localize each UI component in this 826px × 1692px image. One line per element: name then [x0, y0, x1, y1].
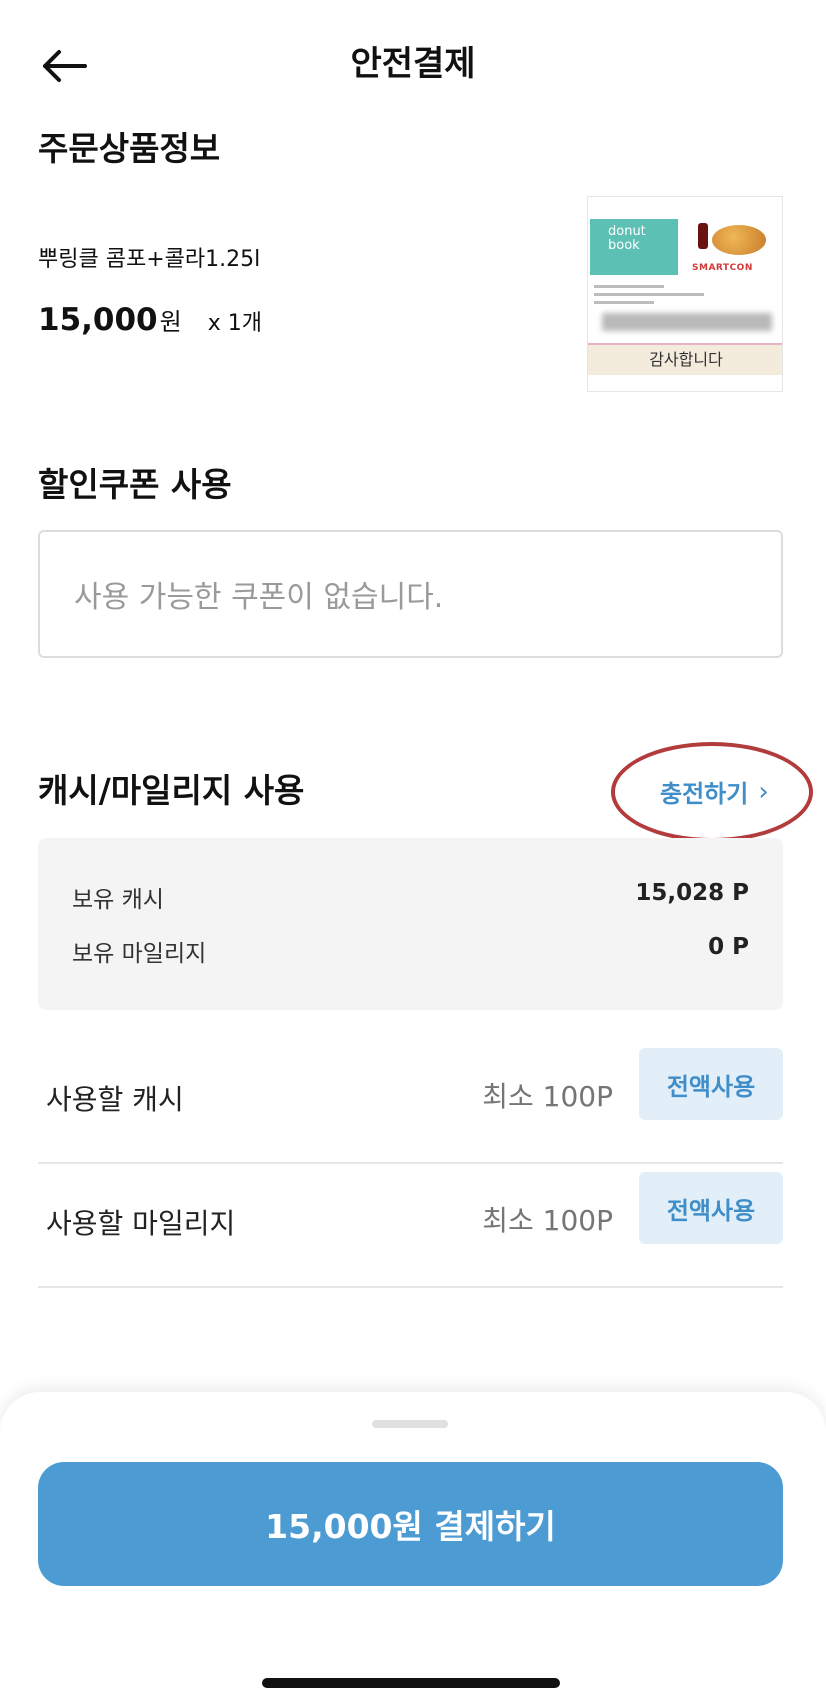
- blurred-barcode: [602, 313, 772, 331]
- product-quantity: x 1개: [207, 311, 262, 336]
- use-cash-input[interactable]: [413, 1080, 613, 1113]
- home-indicator: [262, 1678, 560, 1688]
- use-mileage-label: 사용할 마일리지: [46, 1207, 236, 1240]
- product-name: 뿌링클 콤포+콜라1.25l: [38, 247, 261, 272]
- page-title: 안전결제: [350, 44, 476, 84]
- use-all-cash-button[interactable]: 전액사용: [639, 1048, 783, 1120]
- product-price: 15,000: [38, 302, 158, 338]
- use-all-mileage-button[interactable]: 전액사용: [639, 1172, 783, 1244]
- mileage-balance-row: 보유 마일리지 0 P: [72, 934, 749, 967]
- smartcon-logo: SMARTCON: [692, 263, 753, 273]
- chicken-image: [712, 225, 766, 255]
- use-cash-row: 사용할 캐시 전액사용: [38, 1040, 783, 1164]
- use-mileage-row: 사용할 마일리지 전액사용: [38, 1164, 783, 1288]
- use-cash-label: 사용할 캐시: [46, 1083, 184, 1116]
- thanks-banner: 감사합니다: [588, 343, 782, 375]
- mileage-balance-value: 0 P: [708, 934, 749, 960]
- pay-button[interactable]: 15,000원 결제하기: [38, 1462, 783, 1586]
- product-image: donut book SMARTCON 감사합니다: [587, 196, 783, 392]
- balance-box: 보유 캐시 15,028 P 보유 마일리지 0 P: [38, 838, 783, 1010]
- cola-bottle-image: [698, 223, 708, 249]
- highlight-annotation: [611, 742, 813, 842]
- coupon-select[interactable]: 사용 가능한 쿠폰이 없습니다.: [38, 530, 783, 658]
- cash-balance-value: 15,028 P: [635, 880, 749, 906]
- coupon-section-title: 할인쿠폰 사용: [38, 465, 232, 504]
- bottom-sheet: 15,000원 결제하기: [0, 1392, 826, 1692]
- order-info-title: 주문상품정보: [38, 129, 221, 168]
- price-row: 15,000 원 x 1개: [38, 302, 262, 338]
- price-unit: 원: [159, 308, 182, 336]
- cash-balance-row: 보유 캐시 15,028 P: [72, 880, 749, 913]
- cash-section-title: 캐시/마일리지 사용: [38, 771, 305, 810]
- donutbook-logo: donut book: [590, 219, 678, 275]
- sheet-handle[interactable]: [372, 1420, 448, 1428]
- secure-payment-screen: 안전결제 주문상품정보 뿌링클 콤포+콜라1.25l 15,000 원 x 1개…: [0, 0, 826, 1692]
- use-mileage-input[interactable]: [413, 1204, 613, 1237]
